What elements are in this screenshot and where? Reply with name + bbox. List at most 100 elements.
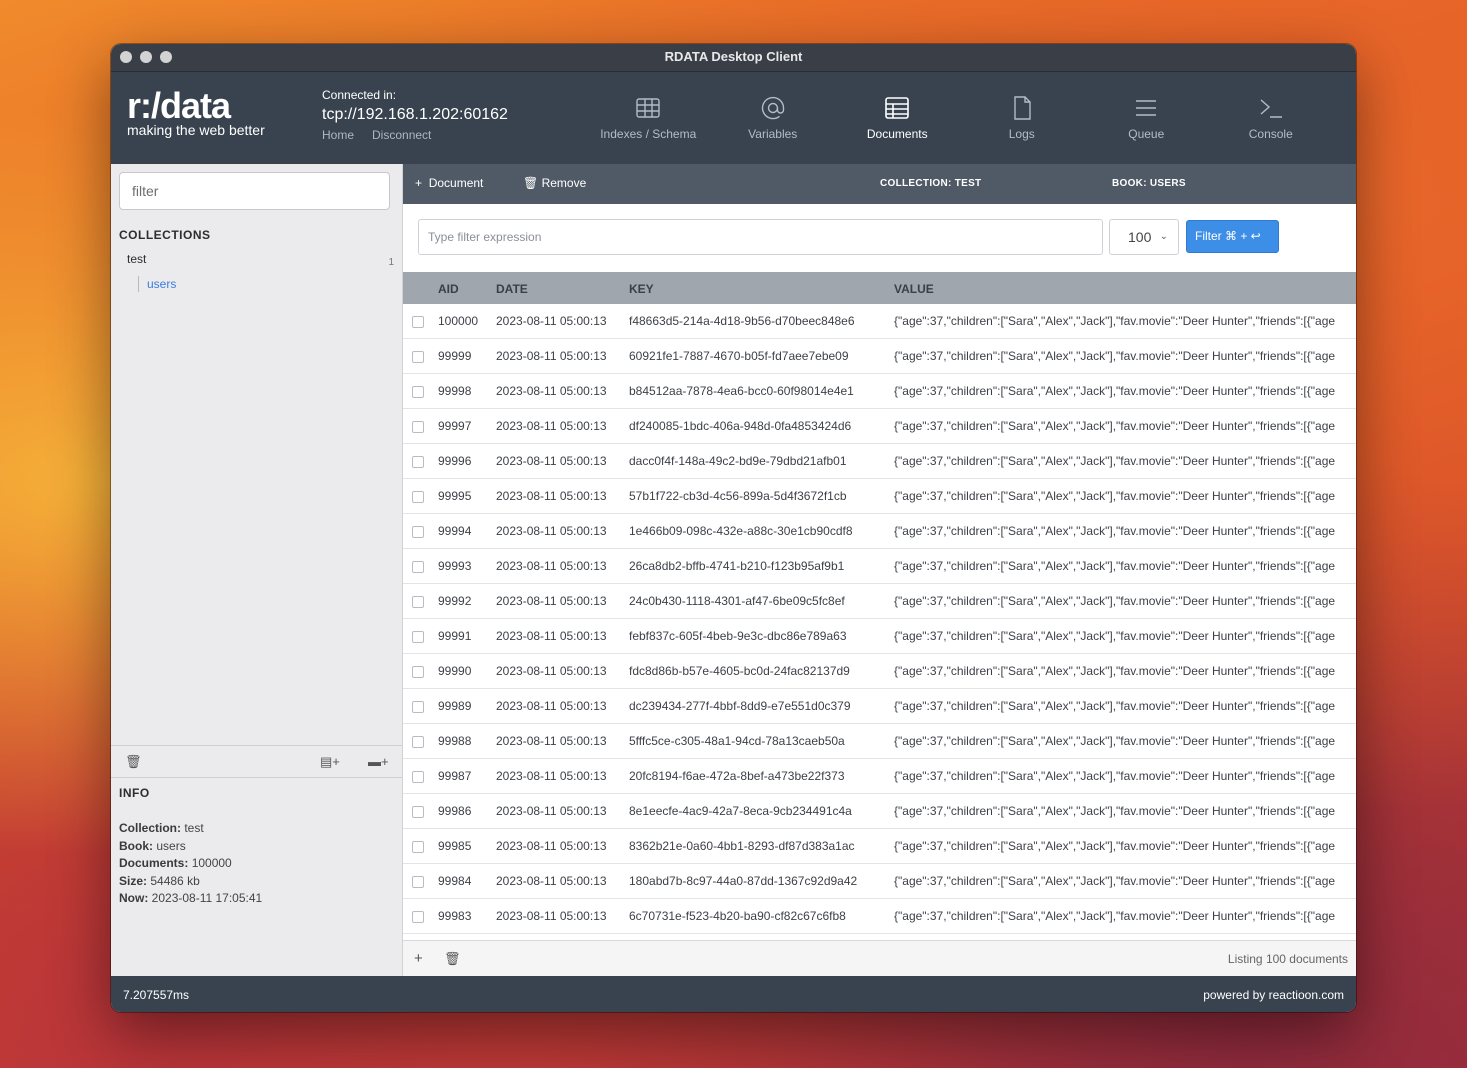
table-row[interactable]: 99995 2023-08-11 05:00:13 57b1f722-cb3d-4c… xyxy=(403,479,1356,514)
cell-date: 2023-08-11 05:00:13 xyxy=(496,874,607,888)
cell-value: {"age":37,"children":["Sara","Alex","Jac… xyxy=(894,559,1336,573)
cell-value: {"age":37,"children":["Sara","Alex","Jac… xyxy=(894,664,1336,678)
remove-button[interactable]: 🗑 Remove xyxy=(523,176,586,190)
filter-button[interactable]: Filter ⌘ + ↩ xyxy=(1186,220,1279,253)
row-checkbox[interactable] xyxy=(412,631,424,643)
app-window: RDATA Desktop Client r:/data making the … xyxy=(111,44,1356,1012)
table-row[interactable]: 99998 2023-08-11 05:00:13 b84512aa-7878-4e… xyxy=(403,374,1356,409)
row-checkbox[interactable] xyxy=(412,456,424,468)
collection-count: 1 xyxy=(388,257,394,268)
app-body: filter COLLECTIONS test 1 users 🗑 ▤+ ▬+ … xyxy=(111,164,1356,976)
sidebar-toolbar: 🗑 ▤+ ▬+ xyxy=(111,745,402,778)
add-document-button[interactable]: + Document xyxy=(415,176,483,190)
add-book-icon[interactable]: ▤+ xyxy=(320,754,340,770)
column-value[interactable]: VALUE xyxy=(894,282,934,296)
row-checkbox[interactable] xyxy=(412,771,424,783)
row-checkbox[interactable] xyxy=(412,596,424,608)
row-checkbox[interactable] xyxy=(412,911,424,923)
row-checkbox[interactable] xyxy=(412,421,424,433)
limit-select[interactable]: 100 ⌄ xyxy=(1109,219,1179,255)
cell-aid: 99997 xyxy=(438,419,472,433)
column-aid[interactable]: AID xyxy=(438,282,459,296)
table-row[interactable]: 99992 2023-08-11 05:00:13 24c0b430-1118-43… xyxy=(403,584,1356,619)
nav-logs[interactable]: Logs xyxy=(960,72,1085,164)
row-checkbox[interactable] xyxy=(412,666,424,678)
row-checkbox[interactable] xyxy=(412,526,424,538)
cell-date: 2023-08-11 05:00:13 xyxy=(496,839,607,853)
sidebar-filter-input[interactable]: filter xyxy=(119,172,390,210)
cell-date: 2023-08-11 05:00:13 xyxy=(496,349,607,363)
nav-variables[interactable]: Variables xyxy=(711,72,836,164)
table-row[interactable]: 99999 2023-08-11 05:00:13 60921fe1-7887-46… xyxy=(403,339,1356,374)
table-row[interactable]: 99984 2023-08-11 05:00:13 180abd7b-8c97-44… xyxy=(403,864,1356,899)
row-checkbox[interactable] xyxy=(412,386,424,398)
row-checkbox[interactable] xyxy=(412,806,424,818)
table-row[interactable]: 99989 2023-08-11 05:00:13 dc239434-277f-4b… xyxy=(403,689,1356,724)
info-book-label: Book: xyxy=(119,838,153,853)
table-row[interactable]: 99983 2023-08-11 05:00:13 6c70731e-f523-4b… xyxy=(403,899,1356,934)
row-checkbox[interactable] xyxy=(412,351,424,363)
table-row[interactable]: 99985 2023-08-11 05:00:13 8362b21e-0a60-4b… xyxy=(403,829,1356,864)
table-row[interactable]: 99988 2023-08-11 05:00:13 5fffc5ce-c305-48… xyxy=(403,724,1356,759)
table-row[interactable]: 99987 2023-08-11 05:00:13 20fc8194-f6ae-47… xyxy=(403,759,1356,794)
add-collection-icon[interactable]: ▬+ xyxy=(368,754,389,769)
nav-documents[interactable]: Documents xyxy=(835,72,960,164)
logo-tagline: making the web better xyxy=(127,122,265,138)
cell-key: 26ca8db2-bffb-4741-b210-f123b95af9b1 xyxy=(629,559,845,573)
grid-header: AID DATE KEY VALUE xyxy=(403,272,1356,304)
cell-aid: 99988 xyxy=(438,734,472,748)
cell-value: {"age":37,"children":["Sara","Alex","Jac… xyxy=(894,909,1336,923)
cell-value: {"age":37,"children":["Sara","Alex","Jac… xyxy=(894,874,1336,888)
nav-indexes-schema[interactable]: Indexes / Schema xyxy=(586,72,711,164)
trash-icon[interactable]: 🗑 xyxy=(125,754,142,770)
table-row[interactable]: 99993 2023-08-11 05:00:13 26ca8db2-bffb-47… xyxy=(403,549,1356,584)
row-checkbox[interactable] xyxy=(412,701,424,713)
title-bar: RDATA Desktop Client xyxy=(111,44,1356,72)
table-row[interactable]: 99996 2023-08-11 05:00:13 dacc0f4f-148a-49… xyxy=(403,444,1356,479)
table-row[interactable]: 99990 2023-08-11 05:00:13 fdc8d86b-b57e-46… xyxy=(403,654,1356,689)
collection-name: test xyxy=(127,252,147,266)
table-row[interactable]: 100000 2023-08-11 05:00:13 f48663d5-214a-4… xyxy=(403,304,1356,339)
add-icon[interactable]: + xyxy=(414,950,423,967)
cell-date: 2023-08-11 05:00:13 xyxy=(496,769,607,783)
table-row[interactable]: 99994 2023-08-11 05:00:13 1e466b09-098c-43… xyxy=(403,514,1356,549)
row-checkbox[interactable] xyxy=(412,876,424,888)
collection-item-test[interactable]: test 1 xyxy=(127,252,394,268)
window-title: RDATA Desktop Client xyxy=(664,49,803,64)
disconnect-link[interactable]: Disconnect xyxy=(372,128,431,142)
cell-key: b84512aa-7878-4ea6-bcc0-60f98014e4e1 xyxy=(629,384,854,398)
info-size: 54486 kb xyxy=(150,873,200,888)
home-link[interactable]: Home xyxy=(322,128,354,142)
filter-expression-input[interactable]: Type filter expression xyxy=(418,219,1103,255)
nav-queue[interactable]: Queue xyxy=(1084,72,1209,164)
add-document-label: Document xyxy=(428,176,484,190)
row-checkbox[interactable] xyxy=(412,561,424,573)
row-checkbox[interactable] xyxy=(412,491,424,503)
row-checkbox[interactable] xyxy=(412,841,424,853)
nav-label: Indexes / Schema xyxy=(600,127,697,141)
plus-icon: + xyxy=(415,176,423,190)
info-collection-label: Collection: xyxy=(119,821,181,835)
cell-key: dacc0f4f-148a-49c2-bd9e-79dbd21afb01 xyxy=(629,454,847,468)
table-row[interactable]: 999822023-08-11 05:00:133bc4779f-3b60-4f… xyxy=(403,934,1356,939)
row-checkbox[interactable] xyxy=(412,736,424,748)
nav-console[interactable]: Console xyxy=(1209,72,1334,164)
status-bar: 7.207557ms powered by reactioon.com xyxy=(111,976,1356,1012)
info-size-label: Size: xyxy=(119,873,148,888)
table-row[interactable]: 99997 2023-08-11 05:00:13 df240085-1bdc-40… xyxy=(403,409,1356,444)
cell-value: {"age":37,"children":["Sara","Alex","Jac… xyxy=(894,594,1336,608)
cell-key: df240085-1bdc-406a-948d-0fa4853424d6 xyxy=(629,419,852,433)
cell-value: {"age":37,"children":["Sara","Alex","Jac… xyxy=(894,454,1336,468)
table-row[interactable]: 99986 2023-08-11 05:00:13 8e1eecfe-4ac9-42… xyxy=(403,794,1356,829)
trash-icon[interactable]: 🗑 xyxy=(444,951,461,967)
table-row[interactable]: 99991 2023-08-11 05:00:13 febf837c-605f-4b… xyxy=(403,619,1356,654)
column-key[interactable]: KEY xyxy=(629,282,654,296)
column-date[interactable]: DATE xyxy=(496,282,528,296)
row-checkbox[interactable] xyxy=(412,316,424,328)
book-item-users[interactable]: users xyxy=(138,276,176,292)
cell-aid: 99987 xyxy=(438,769,472,783)
nav-label: Queue xyxy=(1128,127,1165,141)
cell-value: {"age":37,"children":["Sara","Alex","Jac… xyxy=(894,734,1336,748)
cell-value: {"age":37,"children":["Sara","Alex","Jac… xyxy=(894,314,1336,328)
cell-aid: 99992 xyxy=(438,594,472,608)
